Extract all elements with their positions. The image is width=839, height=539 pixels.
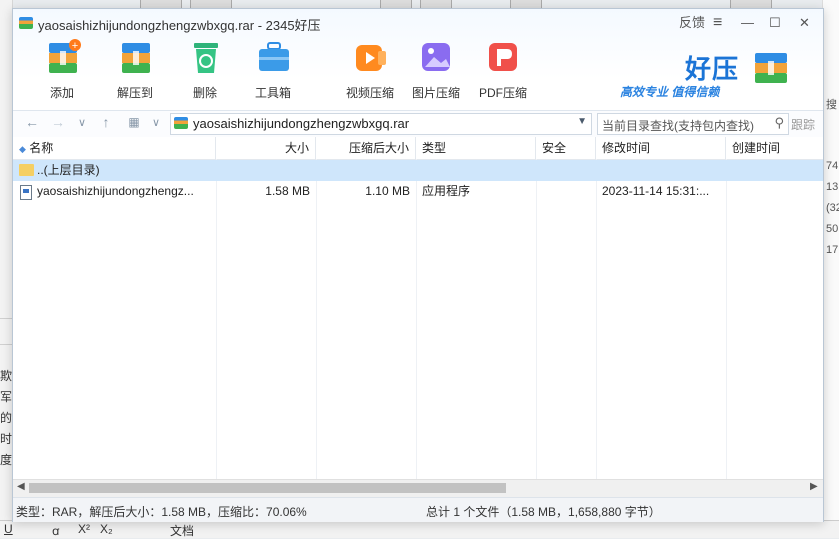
- path-text: yaosaishizhijundongzhengzwbxgq.rar: [193, 116, 410, 131]
- window-title: yaosaishizhijundongzhengzwbxgq.rar - 234…: [38, 18, 321, 33]
- back-arrow-icon[interactable]: ←: [23, 114, 41, 130]
- column-type[interactable]: 类型: [416, 137, 536, 159]
- bg-format-icon: ꭤ: [52, 524, 60, 538]
- scroll-thumb[interactable]: [29, 483, 506, 493]
- forward-arrow-icon[interactable]: →: [49, 114, 67, 130]
- column-modified[interactable]: 修改时间: [596, 137, 726, 159]
- bg-char: 度: [0, 453, 13, 467]
- bg-char: 的: [0, 411, 13, 425]
- video-icon: [356, 45, 386, 71]
- add-label: 添加: [49, 86, 74, 100]
- bg-char: 时: [0, 432, 13, 446]
- add-archive-icon: +: [49, 39, 81, 73]
- logo-text: 好压: [685, 55, 740, 85]
- scroll-right-icon[interactable]: ▶: [810, 481, 818, 492]
- bg-char: (32: [826, 202, 839, 214]
- search-icon[interactable]: ⚲: [774, 115, 784, 131]
- background-left-text: 欺 军 的 时 度: [0, 366, 12, 471]
- app-icon: [19, 17, 33, 29]
- bg-char: 50: [826, 223, 839, 235]
- add-button[interactable]: + 添加: [33, 37, 91, 107]
- menu-icon[interactable]: ≡: [713, 13, 722, 33]
- status-total: 总计 1 个文件（1.58 MB，1,658,880 字节）: [426, 505, 661, 519]
- item-name: yaosaishizhijundongzhengz...: [37, 184, 194, 198]
- column-name-label: 名称: [29, 141, 54, 155]
- bg-superscript-icon: X²: [78, 522, 90, 536]
- bg-char: 13: [826, 181, 839, 193]
- tools-label: 工具箱: [254, 86, 291, 100]
- pdf-label: PDF压缩: [478, 86, 527, 100]
- bg-char: 欺: [0, 369, 13, 383]
- video-compress-button[interactable]: 视频压缩: [341, 37, 399, 107]
- divider: [0, 344, 12, 345]
- rar-file-icon: [174, 117, 188, 129]
- close-icon[interactable]: ✕: [799, 13, 810, 33]
- pdf-icon: [489, 43, 517, 71]
- bg-char: 17: [826, 244, 839, 256]
- maximize-icon[interactable]: ☐: [769, 13, 781, 33]
- background-taskbar: U ꭤ X² X₂ 文档: [0, 520, 839, 538]
- item-type: 应用程序: [422, 184, 471, 198]
- bg-char: 74: [826, 160, 839, 172]
- extract-label: 解压到: [116, 86, 153, 100]
- item-size: 1.58 MB: [265, 184, 310, 198]
- image-icon: [422, 43, 450, 71]
- video-label: 视频压缩: [345, 86, 394, 100]
- view-dropdown-icon[interactable]: ∨: [147, 116, 165, 129]
- column-size[interactable]: 大小: [216, 137, 316, 159]
- path-field[interactable]: yaosaishizhijundongzhengzwbxgq.rar ▼: [170, 113, 592, 135]
- minimize-icon[interactable]: —: [741, 13, 754, 33]
- column-security[interactable]: 安全: [536, 137, 596, 159]
- column-created[interactable]: 创建时间: [726, 137, 823, 159]
- bg-document-label: 文档: [170, 524, 195, 538]
- up-arrow-icon[interactable]: ↑: [97, 114, 115, 130]
- tools-button[interactable]: 工具箱: [244, 37, 302, 107]
- bg-char: 军: [0, 390, 13, 404]
- search-input[interactable]: 当前目录查找(支持包内查找) ⚲: [597, 113, 789, 135]
- logo-slogan: 高效专业 值得信赖: [620, 85, 720, 99]
- delete-button[interactable]: 删除: [176, 37, 234, 107]
- extract-icon: [122, 43, 150, 73]
- archive-logo-icon: [755, 53, 787, 83]
- item-modified: 2023-11-14 15:31:...: [602, 184, 710, 198]
- background-right-panel: [822, 0, 839, 537]
- view-mode-icon[interactable]: ▦: [125, 115, 143, 129]
- image-label: 图片压缩: [411, 86, 460, 100]
- file-list: ◆ 名称 大小 压缩后大小 类型 安全 修改时间 创建时间 ..(上层目录) y…: [13, 137, 823, 479]
- recycle-icon: [194, 43, 218, 73]
- column-packed-size[interactable]: 压缩后大小: [316, 137, 416, 159]
- item-packed-size: 1.10 MB: [365, 184, 410, 198]
- address-bar: ← → ∨ ↑ ▦ ∨ yaosaishizhijundongzhengzwbx…: [13, 110, 823, 138]
- history-dropdown-icon[interactable]: ∨: [73, 116, 91, 129]
- extract-button[interactable]: 解压到: [106, 37, 164, 107]
- divider: [0, 318, 12, 319]
- window-header: yaosaishizhijundongzhengzwbxgq.rar - 234…: [13, 9, 823, 109]
- column-header: ◆ 名称 大小 压缩后大小 类型 安全 修改时间 创建时间: [13, 137, 823, 160]
- feedback-button[interactable]: 反馈: [679, 13, 705, 33]
- status-archive-info: 类型：RAR，解压后大小：1.58 MB，压缩比：70.06%: [16, 505, 307, 519]
- path-dropdown-icon[interactable]: ▼: [577, 116, 587, 127]
- search-placeholder: 当前目录查找(支持包内查找): [602, 119, 754, 133]
- column-name[interactable]: ◆ 名称: [13, 137, 216, 159]
- bg-underline-icon: U: [4, 522, 13, 536]
- image-compress-button[interactable]: 图片压缩: [407, 37, 465, 107]
- archive-window: yaosaishizhijundongzhengzwbxgq.rar - 234…: [12, 8, 824, 522]
- list-item-parent-dir[interactable]: ..(上层目录): [13, 160, 823, 181]
- list-item-file[interactable]: yaosaishizhijundongzhengz... 1.58 MB 1.1…: [13, 181, 823, 202]
- sort-icon: ◆: [19, 144, 26, 154]
- status-bar: 类型：RAR，解压后大小：1.58 MB，压缩比：70.06% 总计 1 个文件…: [13, 497, 823, 522]
- toolbox-icon: [259, 42, 289, 71]
- search-button[interactable]: 跟踪: [791, 116, 815, 133]
- scroll-left-icon[interactable]: ◀: [17, 481, 25, 492]
- horizontal-scrollbar[interactable]: ◀ ▶: [13, 479, 823, 497]
- brand-logo: 好压 高效专业 值得信赖: [620, 49, 813, 99]
- svg-text:+: +: [72, 40, 78, 52]
- bg-subscript-icon: X₂: [100, 522, 113, 536]
- pdf-compress-button[interactable]: PDF压缩: [474, 37, 532, 107]
- item-name: ..(上层目录): [37, 163, 100, 177]
- delete-label: 删除: [192, 86, 217, 100]
- bg-char: 搜: [826, 99, 837, 111]
